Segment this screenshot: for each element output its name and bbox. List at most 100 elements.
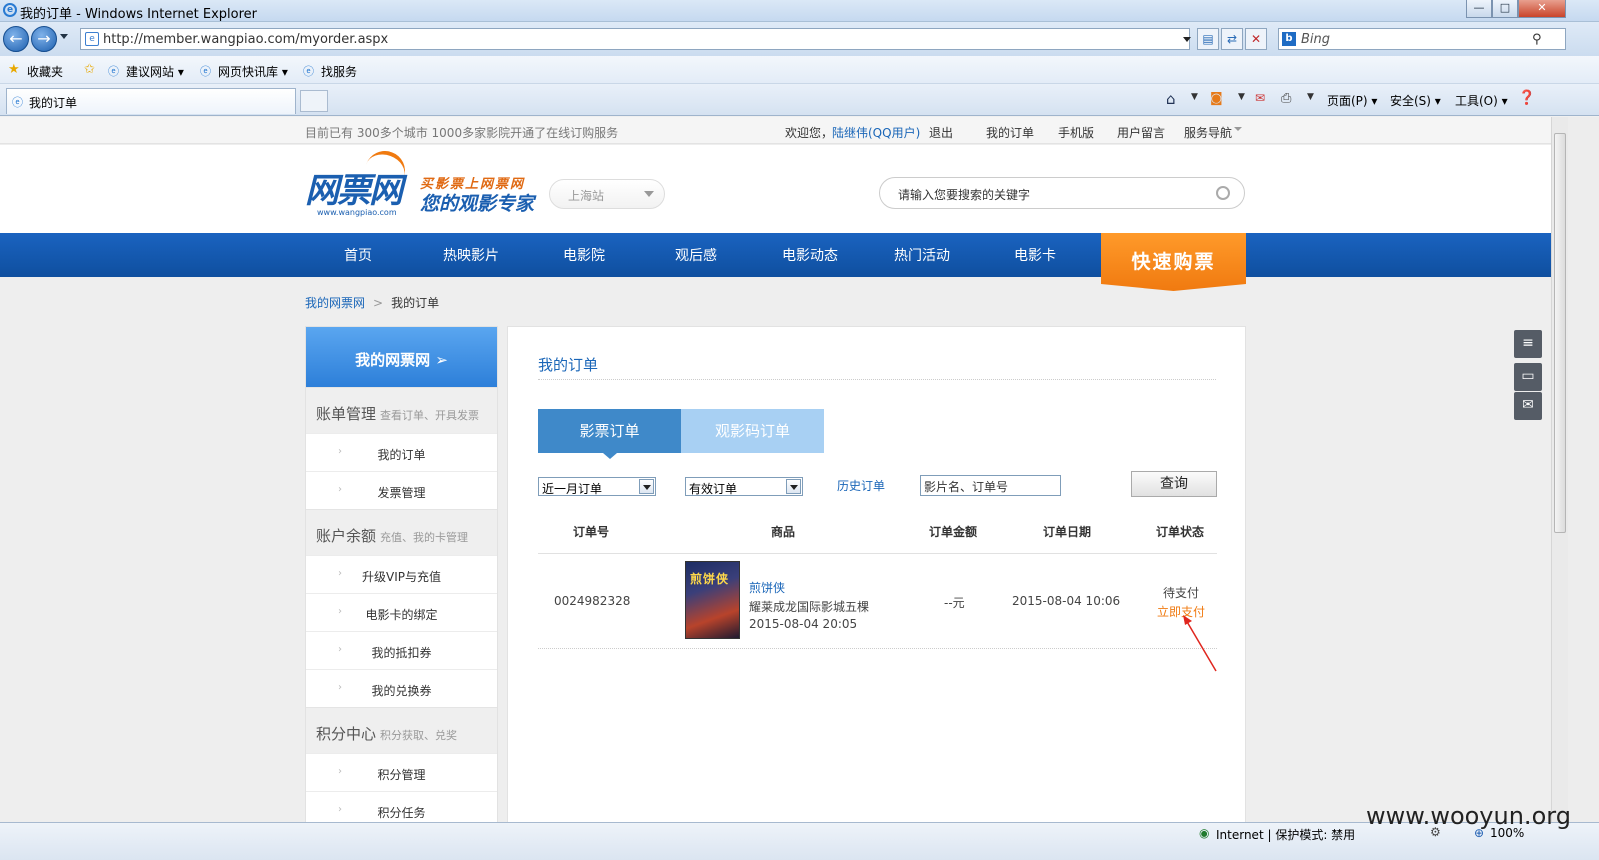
movie-title-link[interactable]: 煎饼侠: [749, 579, 785, 596]
tools-menu[interactable]: 工具(O) ▾: [1455, 92, 1508, 109]
status-select[interactable]: 有效订单: [685, 477, 803, 496]
chevron-down-icon[interactable]: ▼: [1191, 92, 1198, 102]
nav-cinemas[interactable]: 电影院: [563, 245, 605, 265]
address-bar[interactable]: e http://member.wangpiao.com/myorder.asp…: [80, 28, 1191, 50]
page-menu[interactable]: 页面(P) ▾: [1327, 92, 1377, 109]
web-slice-link[interactable]: 网页快讯库 ▾: [218, 63, 288, 80]
group-title-text: 积分中心: [316, 725, 377, 743]
chevron-down-icon[interactable]: [639, 479, 654, 494]
sidebar-header[interactable]: 我的网票网 ➢: [306, 327, 497, 387]
maximize-button[interactable]: □: [1492, 0, 1518, 18]
site-logo[interactable]: 网票网 www.wangpiao.com: [305, 145, 415, 221]
search-icon[interactable]: [1216, 186, 1230, 200]
keyword-placeholder: 影片名、订单号: [924, 480, 1009, 494]
close-window-button[interactable]: ✕: [1518, 0, 1566, 18]
period-select[interactable]: 近一月订单: [538, 477, 656, 496]
sidebar-item-my-orders[interactable]: › 我的订单: [306, 433, 497, 471]
query-button[interactable]: 查询: [1131, 471, 1217, 497]
nav-events[interactable]: 热门活动: [894, 245, 950, 265]
status-select-value: 有效订单: [689, 482, 738, 496]
favorites-bar: ★ 收藏夹 ✩ ⓔ 建议网站 ▾ ⓔ 网页快讯库 ▾ ⓔ 找服务: [0, 56, 1599, 84]
minimize-button[interactable]: —: [1466, 0, 1492, 18]
sidebar-item-invoices[interactable]: › 发票管理: [306, 471, 497, 509]
back-button[interactable]: ←: [3, 26, 29, 52]
chevron-down-icon[interactable]: ▼: [1307, 92, 1314, 102]
window-edge: [1568, 117, 1599, 822]
tab-ticket-orders[interactable]: 影票订单: [538, 409, 681, 459]
sidebar-item-label: 发票管理: [377, 486, 426, 500]
sidebar-item-vip-recharge[interactable]: › 升级VIP与充值: [306, 555, 497, 593]
help-icon[interactable]: ❓: [1518, 90, 1535, 106]
breadcrumb-root-link[interactable]: 我的网票网: [305, 296, 365, 310]
vertical-scrollbar[interactable]: [1551, 117, 1568, 822]
add-favorite-icon[interactable]: ✩: [84, 62, 95, 77]
chevron-down-icon[interactable]: ▼: [1238, 92, 1245, 102]
top-link-service-nav[interactable]: 服务导航: [1184, 124, 1232, 141]
ie-page-icon: ⓔ: [200, 65, 211, 78]
suggested-sites-link[interactable]: 建议网站 ▾: [126, 63, 184, 80]
quick-buy-button[interactable]: 快速购票: [1101, 233, 1246, 291]
search-icon[interactable]: ⚲: [1532, 32, 1542, 47]
city-selector[interactable]: 上海站: [549, 179, 665, 209]
forward-button[interactable]: →: [31, 26, 57, 52]
orders-panel: 我的订单 影票订单 观影码订单 近一月订单 有效订单 历史订单 影片名、订单号 …: [507, 326, 1246, 822]
top-link-mobile[interactable]: 手机版: [1058, 124, 1094, 141]
sidebar-item-card-binding[interactable]: › 电影卡的绑定: [306, 593, 497, 631]
logout-link[interactable]: 退出: [929, 124, 953, 141]
sidebar-group-title: 积分中心 积分获取、兑奖: [316, 723, 457, 744]
sidebar-item-points-manage[interactable]: › 积分管理: [306, 753, 497, 791]
history-orders-link[interactable]: 历史订单: [837, 477, 885, 494]
poster-title: 煎饼侠: [690, 572, 730, 586]
username-link[interactable]: 陆继伟(QQ用户): [832, 124, 920, 141]
mail-icon[interactable]: ✉: [1255, 91, 1265, 105]
favorites-button[interactable]: 收藏夹: [27, 63, 63, 80]
tab-bar: ⓔ 我的订单 ⌂ ▼ ◙ ▼ ✉ ⎙ ▼ 页面(P) ▾ 安全(S) ▾ 工具(…: [0, 84, 1599, 116]
order-date: 2015-08-04 10:06: [1012, 594, 1121, 608]
compatibility-icon[interactable]: ▤: [1197, 28, 1219, 50]
active-tab-pointer: [603, 453, 617, 459]
site-header: 网票网 www.wangpiao.com 买影票上网票网 您的观影专家 上海站 …: [0, 145, 1551, 233]
movie-poster[interactable]: 煎饼侠: [685, 561, 740, 639]
print-icon[interactable]: ⎙: [1281, 91, 1291, 106]
address-toolbar: ← → e http://member.wangpiao.com/myorder…: [0, 22, 1599, 56]
refresh-icon[interactable]: ⇄: [1221, 28, 1243, 50]
nav-home[interactable]: 首页: [344, 245, 372, 265]
sidebar-group-points: 积分中心 积分获取、兑奖: [306, 707, 497, 753]
new-tab-button[interactable]: [300, 90, 328, 112]
window-title: 我的订单 - Windows Internet Explorer: [20, 7, 257, 22]
safety-menu[interactable]: 安全(S) ▾: [1390, 92, 1441, 109]
top-link-my-orders[interactable]: 我的订单: [986, 124, 1034, 141]
chevron-down-icon[interactable]: [786, 479, 801, 494]
menu-icon[interactable]: ≡: [1514, 330, 1542, 358]
history-dropdown-icon[interactable]: [60, 34, 68, 39]
address-dropdown-icon[interactable]: [1183, 37, 1191, 42]
sidebar-item-points-tasks[interactable]: › 积分任务: [306, 791, 497, 822]
group-desc-text: 充值、我的卡管理: [380, 531, 469, 544]
quick-buy-label: 快速购票: [1131, 251, 1216, 273]
nav-movie-news[interactable]: 电影动态: [782, 245, 838, 265]
mail-icon[interactable]: ✉: [1514, 392, 1542, 420]
search-box[interactable]: b Bing ⚲: [1278, 28, 1566, 50]
tab-my-orders[interactable]: ⓔ 我的订单: [6, 88, 296, 114]
scrollbar-thumb[interactable]: [1554, 133, 1566, 533]
sidebar-item-vouchers[interactable]: › 我的抵扣券: [306, 631, 497, 669]
tab-code-orders[interactable]: 观影码订单: [681, 409, 824, 453]
title-divider: [538, 379, 1216, 380]
sidebar-item-coupons[interactable]: › 我的兑换券: [306, 669, 497, 707]
top-link-feedback[interactable]: 用户留言: [1117, 124, 1165, 141]
stop-icon[interactable]: ✕: [1245, 28, 1267, 50]
page-icon: e: [85, 32, 99, 46]
account-sidebar: 我的网票网 ➢ 账单管理 查看订单、开具发票 › 我的订单 › 发票管理 账户余额…: [305, 326, 498, 822]
find-service-link[interactable]: 找服务: [321, 63, 357, 80]
nav-movie-card[interactable]: 电影卡: [1014, 245, 1056, 265]
feeds-icon[interactable]: ◙: [1210, 91, 1223, 106]
keyword-input[interactable]: 影片名、订单号: [920, 475, 1061, 496]
site-search-input[interactable]: 请输入您要搜索的关键字: [879, 177, 1245, 209]
site-top-bar: 目前已有 300多个城市 1000多家影院开通了在线订购服务 欢迎您， 陆继伟(…: [0, 117, 1551, 144]
nav-now-showing[interactable]: 热映影片: [443, 245, 499, 265]
chat-icon[interactable]: ▭: [1514, 363, 1542, 391]
nav-reviews[interactable]: 观后感: [675, 245, 717, 265]
tab-label: 影票订单: [579, 422, 640, 440]
home-icon[interactable]: ⌂: [1166, 90, 1176, 108]
ie-page-icon: ⓔ: [303, 65, 314, 78]
